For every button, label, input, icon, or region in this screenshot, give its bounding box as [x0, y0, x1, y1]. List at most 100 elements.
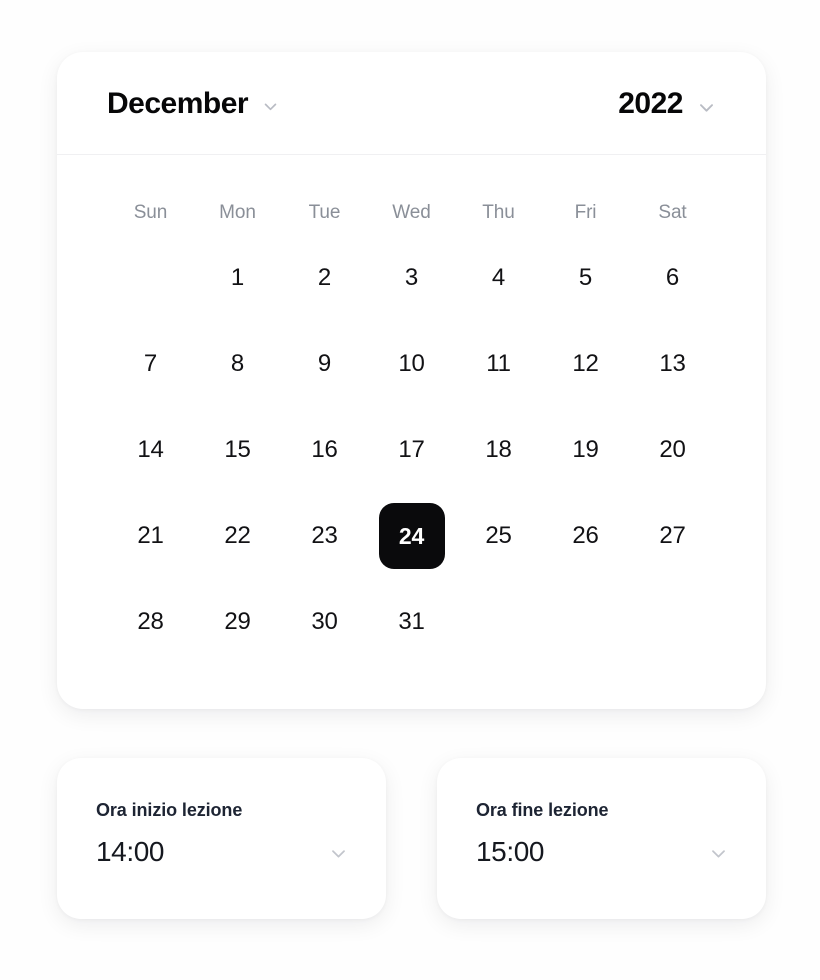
weekday-label-sun: Sun — [133, 202, 168, 223]
day-cell: 23 — [281, 493, 368, 579]
year-label: 2022 — [618, 86, 683, 120]
chevron-down-icon[interactable] — [697, 98, 714, 115]
day-cell: 5 — [542, 235, 629, 321]
day-cell: 20 — [629, 407, 716, 493]
day-button[interactable]: 1 — [205, 245, 271, 311]
day-button[interactable]: 4 — [466, 245, 532, 311]
day-cell: 25 — [455, 493, 542, 579]
calendar-card: December 2022 Sun Mon Tue Wed Thu Fri Sa… — [57, 52, 766, 709]
day-button[interactable]: 9 — [292, 331, 358, 397]
day-button[interactable]: 19 — [553, 417, 619, 483]
day-cell: 13 — [629, 321, 716, 407]
day-button[interactable]: 28 — [118, 589, 184, 655]
weekday-label-tue: Tue — [308, 202, 341, 223]
day-cell: 31 — [368, 579, 455, 665]
end-time-value-row: 15:00 — [476, 838, 736, 866]
day-button[interactable]: 27 — [640, 503, 706, 569]
weekday-header-row: Sun Mon Tue Wed Thu Fri Sat — [107, 191, 716, 235]
calendar-week-row: 21 22 23 24 25 26 27 — [107, 493, 716, 579]
weekday-label-mon: Mon — [219, 202, 256, 223]
day-cell: 1 — [194, 235, 281, 321]
chevron-down-icon[interactable] — [329, 844, 348, 863]
weekday-label-fri: Fri — [574, 202, 597, 223]
day-button[interactable]: 20 — [640, 417, 706, 483]
day-button-selected[interactable]: 24 — [378, 503, 445, 569]
day-button[interactable]: 16 — [292, 417, 358, 483]
day-cell: 28 — [107, 579, 194, 665]
day-cell: 21 — [107, 493, 194, 579]
day-button[interactable]: 11 — [466, 331, 532, 397]
end-time-value: 15:00 — [476, 836, 545, 867]
day-cell: 9 — [281, 321, 368, 407]
day-cell: 29 — [194, 579, 281, 665]
day-cell — [629, 579, 716, 665]
weekday-label-thu: Thu — [482, 202, 515, 223]
day-cell — [455, 579, 542, 665]
day-button[interactable]: 13 — [640, 331, 706, 397]
day-button[interactable]: 10 — [379, 331, 445, 397]
day-cell: 4 — [455, 235, 542, 321]
month-label: December — [107, 86, 249, 120]
day-button[interactable]: 22 — [205, 503, 271, 569]
day-button[interactable]: 26 — [553, 503, 619, 569]
calendar-week-row: 28 29 30 31 — [107, 579, 716, 665]
day-cell: 26 — [542, 493, 629, 579]
day-cell — [542, 579, 629, 665]
day-button[interactable]: 21 — [118, 503, 184, 569]
day-button — [466, 589, 532, 655]
calendar-week-row: 7 8 9 10 11 12 13 — [107, 321, 716, 407]
day-cell: 15 — [194, 407, 281, 493]
calendar-header: December 2022 — [57, 52, 766, 155]
time-fields-row: Ora inizio lezione 14:00 Ora fine lezion… — [57, 758, 766, 919]
day-cell: 27 — [629, 493, 716, 579]
date-time-picker-screen: December 2022 Sun Mon Tue Wed Thu Fri Sa… — [0, 0, 820, 980]
day-button[interactable]: 18 — [466, 417, 532, 483]
day-button[interactable]: 23 — [292, 503, 358, 569]
day-button[interactable]: 6 — [640, 245, 706, 311]
day-button[interactable]: 25 — [466, 503, 532, 569]
day-cell: 19 — [542, 407, 629, 493]
day-button — [118, 245, 184, 311]
day-button[interactable]: 17 — [379, 417, 445, 483]
calendar-week-row: 1 2 3 4 5 6 — [107, 235, 716, 321]
weekday-label-wed: Wed — [392, 202, 431, 223]
day-button[interactable]: 29 — [205, 589, 271, 655]
day-cell: 24 — [368, 493, 455, 579]
day-cell: 18 — [455, 407, 542, 493]
day-cell: 17 — [368, 407, 455, 493]
day-button[interactable]: 31 — [379, 589, 445, 655]
month-selector[interactable]: December — [107, 86, 279, 120]
day-cell: 11 — [455, 321, 542, 407]
day-button[interactable]: 30 — [292, 589, 358, 655]
day-button[interactable]: 3 — [379, 245, 445, 311]
day-button[interactable]: 5 — [553, 245, 619, 311]
start-time-field[interactable]: Ora inizio lezione 14:00 — [57, 758, 386, 919]
calendar-week-row: 14 15 16 17 18 19 20 — [107, 407, 716, 493]
chevron-down-icon[interactable] — [262, 98, 279, 115]
start-time-label: Ora inizio lezione — [96, 800, 243, 820]
day-button — [640, 589, 706, 655]
day-button[interactable]: 12 — [553, 331, 619, 397]
day-button — [553, 589, 619, 655]
day-cell: 30 — [281, 579, 368, 665]
day-cell: 22 — [194, 493, 281, 579]
day-button[interactable]: 15 — [205, 417, 271, 483]
end-time-field[interactable]: Ora fine lezione 15:00 — [437, 758, 766, 919]
day-cell: 14 — [107, 407, 194, 493]
year-selector[interactable]: 2022 — [618, 86, 714, 120]
start-time-value: 14:00 — [96, 836, 165, 867]
day-cell: 2 — [281, 235, 368, 321]
weekday-label-sat: Sat — [658, 202, 687, 223]
day-button[interactable]: 8 — [205, 331, 271, 397]
calendar-grid: Sun Mon Tue Wed Thu Fri Sat 1 2 3 4 5 6 … — [57, 155, 766, 665]
day-cell: 10 — [368, 321, 455, 407]
day-cell — [107, 235, 194, 321]
end-time-label: Ora fine lezione — [476, 800, 609, 820]
day-cell: 6 — [629, 235, 716, 321]
day-button[interactable]: 7 — [118, 331, 184, 397]
day-cell: 16 — [281, 407, 368, 493]
day-button[interactable]: 2 — [292, 245, 358, 311]
day-cell: 7 — [107, 321, 194, 407]
day-button[interactable]: 14 — [118, 417, 184, 483]
chevron-down-icon[interactable] — [709, 844, 728, 863]
